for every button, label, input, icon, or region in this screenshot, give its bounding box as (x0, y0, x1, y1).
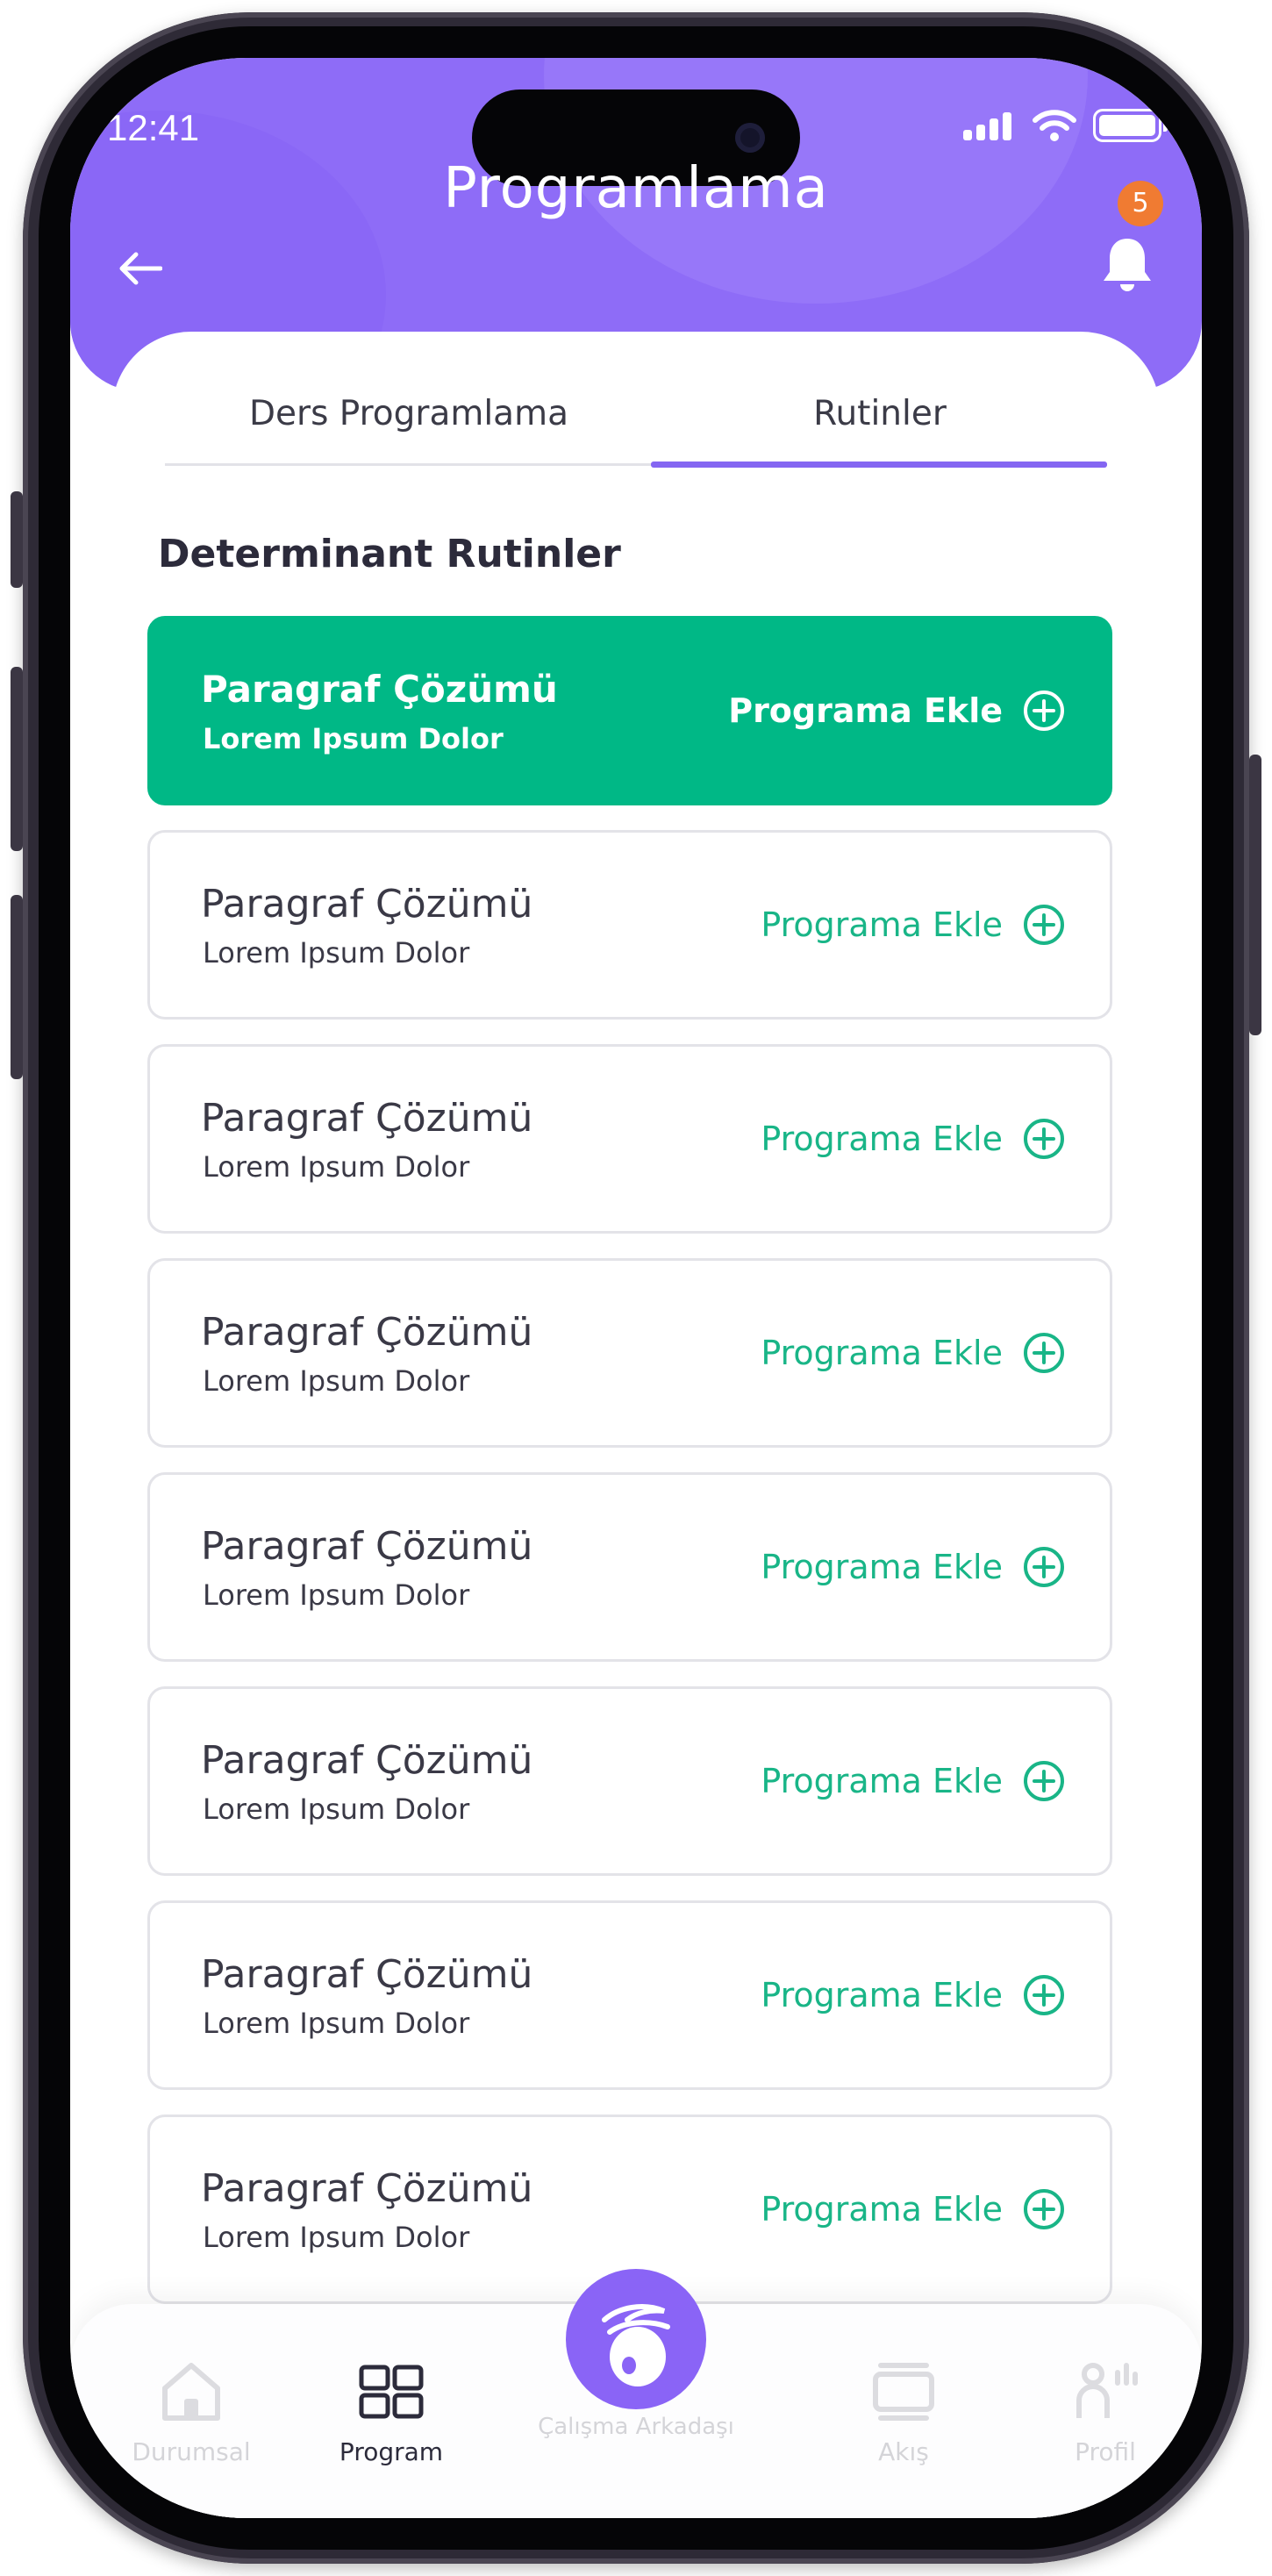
nav-label: Akış (878, 2437, 929, 2466)
nav-label: Program (339, 2437, 444, 2466)
routine-title: Paragraf Çözümü (201, 1524, 533, 1569)
routine-title: Paragraf Çözümü (201, 1310, 533, 1355)
add-to-program-label: Programa Ekle (761, 1120, 1003, 1158)
nav-akis[interactable]: Akış (807, 2304, 1000, 2466)
nav-label: Durumsal (132, 2437, 251, 2466)
plus-circle-icon (1024, 2189, 1064, 2229)
routine-subtitle: Lorem Ipsum Dolor (203, 2221, 470, 2254)
nav-label: Profil (1075, 2437, 1136, 2466)
routine-subtitle: Lorem Ipsum Dolor (203, 1364, 470, 1398)
routine-title: Paragraf Çözümü (201, 1952, 533, 1997)
volume-down-button (11, 895, 23, 1079)
profile-icon (1076, 2363, 1138, 2418)
tab-rutinler[interactable]: Rutinler (653, 356, 1107, 470)
status-time: 12:41 (107, 107, 200, 148)
routine-card[interactable]: Paragraf Çözümü Lorem Ipsum Dolor Progra… (147, 1472, 1112, 1662)
nav-program[interactable]: Program (295, 2304, 488, 2466)
power-button (1249, 755, 1261, 1035)
routine-card[interactable]: Paragraf Çözümü Lorem Ipsum Dolor Progra… (147, 1044, 1112, 1234)
plus-circle-icon (1024, 905, 1064, 945)
routine-subtitle: Lorem Ipsum Dolor (203, 936, 470, 970)
routine-subtitle: Lorem Ipsum Dolor (203, 1578, 470, 1612)
battery-icon (1093, 109, 1168, 142)
bell-icon (1104, 239, 1151, 291)
add-to-program-button[interactable]: Programa Ekle (761, 2117, 1066, 2301)
routine-subtitle: Lorem Ipsum Dolor (203, 1150, 470, 1184)
cellular-signal-icon (963, 111, 1016, 140)
routine-card[interactable]: Paragraf Çözümü Lorem Ipsum Dolor Progra… (147, 616, 1112, 805)
add-to-program-label: Programa Ekle (761, 1976, 1003, 2014)
tabs: Ders Programlama Rutinler (165, 356, 1107, 470)
status-icons (963, 109, 1168, 142)
app-screen: 12:41 Programlama 5 Ders Programlama Rut… (70, 58, 1202, 2518)
routine-title: Paragraf Çözümü (201, 2166, 533, 2211)
add-to-program-button[interactable]: Programa Ekle (761, 1903, 1066, 2087)
routine-title: Paragraf Çözümü (201, 1096, 533, 1141)
routine-subtitle: Lorem Ipsum Dolor (203, 2007, 470, 2040)
action-button (11, 491, 23, 588)
camera-icon (735, 123, 765, 153)
add-to-program-button[interactable]: Programa Ekle (761, 833, 1066, 1017)
routine-subtitle: Lorem Ipsum Dolor (203, 722, 504, 755)
add-to-program-button[interactable]: Programa Ekle (761, 1261, 1066, 1445)
tab-ders-programlama[interactable]: Ders Programlama (165, 356, 653, 470)
add-to-program-button[interactable]: Programa Ekle (761, 1689, 1066, 1873)
nav-profil[interactable]: Profil (1009, 2304, 1202, 2466)
nav-label: Çalışma Arkadaşı (538, 2414, 734, 2440)
arrow-left-icon (119, 252, 162, 285)
routine-card[interactable]: Paragraf Çözümü Lorem Ipsum Dolor Progra… (147, 1900, 1112, 2090)
routine-title: Paragraf Çözümü (201, 668, 558, 711)
routine-title: Paragraf Çözümü (201, 1738, 533, 1783)
active-tab-indicator (651, 462, 1107, 468)
add-to-program-label: Programa Ekle (761, 2190, 1003, 2229)
notification-button[interactable] (1097, 233, 1167, 304)
section-title: Determinant Rutinler (158, 532, 621, 576)
page-title: Programlama (443, 156, 829, 221)
add-to-program-button[interactable]: Programa Ekle (761, 1475, 1066, 1659)
add-to-program-label: Programa Ekle (761, 1548, 1003, 1586)
routine-card[interactable]: Paragraf Çözümü Lorem Ipsum Dolor Progra… (147, 1686, 1112, 1876)
plus-circle-icon (1024, 1333, 1064, 1373)
plus-circle-icon (1024, 691, 1064, 731)
routine-card[interactable]: Paragraf Çözümü Lorem Ipsum Dolor Progra… (147, 830, 1112, 1020)
home-icon (162, 2363, 220, 2421)
add-to-program-button[interactable]: Programa Ekle (761, 1047, 1066, 1231)
plus-circle-icon (1024, 1119, 1064, 1159)
add-to-program-label: Programa Ekle (761, 1762, 1003, 1800)
add-to-program-label: Programa Ekle (761, 905, 1003, 944)
bunny-icon (602, 2304, 670, 2386)
plus-circle-icon (1024, 1547, 1064, 1587)
add-to-program-button[interactable]: Programa Ekle (728, 619, 1066, 803)
add-to-program-label: Programa Ekle (761, 1334, 1003, 1372)
routine-subtitle: Lorem Ipsum Dolor (203, 1792, 470, 1826)
nav-durumsal[interactable]: Durumsal (95, 2304, 288, 2466)
plus-circle-icon (1024, 1761, 1064, 1801)
study-buddy-button[interactable] (566, 2269, 706, 2409)
routine-title: Paragraf Çözümü (201, 882, 533, 927)
add-to-program-label: Programa Ekle (728, 691, 1003, 730)
back-button[interactable] (109, 242, 170, 295)
grid-icon (359, 2365, 424, 2419)
volume-up-button (11, 667, 23, 851)
plus-circle-icon (1024, 1975, 1064, 2015)
routine-card[interactable]: Paragraf Çözümü Lorem Ipsum Dolor Progra… (147, 1258, 1112, 1448)
wifi-icon (1033, 110, 1076, 141)
feed-icon (873, 2363, 934, 2421)
notification-badge: 5 (1118, 181, 1163, 226)
